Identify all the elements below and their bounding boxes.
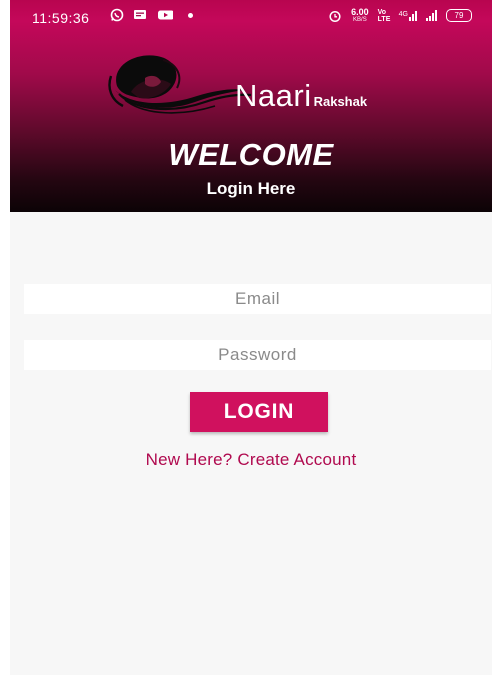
header-banner: 11:59:36 6.00 KB/S Vo LTE 4G 79 Naari Ra… — [10, 0, 492, 212]
whatsapp-icon — [110, 8, 124, 22]
network-speed: 6.00 KB/S — [351, 7, 369, 24]
app-logo: Naari Rakshak — [105, 48, 415, 118]
dot-icon — [188, 12, 193, 18]
status-time: 11:59:36 — [32, 10, 90, 26]
status-right-icons: 6.00 KB/S Vo LTE 4G 79 — [328, 8, 472, 23]
app-screen: 11:59:36 6.00 KB/S Vo LTE 4G 79 Naari Ra… — [10, 0, 492, 675]
volte-indicator: Vo LTE — [377, 8, 391, 23]
alarm-icon — [329, 10, 341, 22]
welcome-heading: WELCOME — [168, 137, 334, 172]
create-account-link[interactable]: New Here? Create Account — [10, 450, 492, 470]
notification-icons — [110, 8, 193, 22]
battery-icon: 79 — [446, 9, 472, 22]
signal-4g-icon: 4G — [399, 10, 417, 21]
brand-name: Naari Rakshak — [235, 78, 367, 114]
youtube-icon — [158, 10, 173, 20]
message-icon — [134, 10, 146, 19]
signal-icon — [426, 10, 437, 21]
status-bar: 11:59:36 6.00 KB/S Vo LTE 4G 79 — [10, 0, 492, 34]
login-subtitle: Login Here — [206, 179, 296, 198]
password-input[interactable] — [24, 340, 491, 370]
email-input[interactable] — [24, 284, 491, 314]
brand-main: Naari — [235, 78, 312, 113]
woman-hair-logo-icon — [108, 55, 252, 114]
login-button[interactable]: LOGIN — [190, 392, 328, 432]
brand-sub: Rakshak — [313, 94, 368, 109]
